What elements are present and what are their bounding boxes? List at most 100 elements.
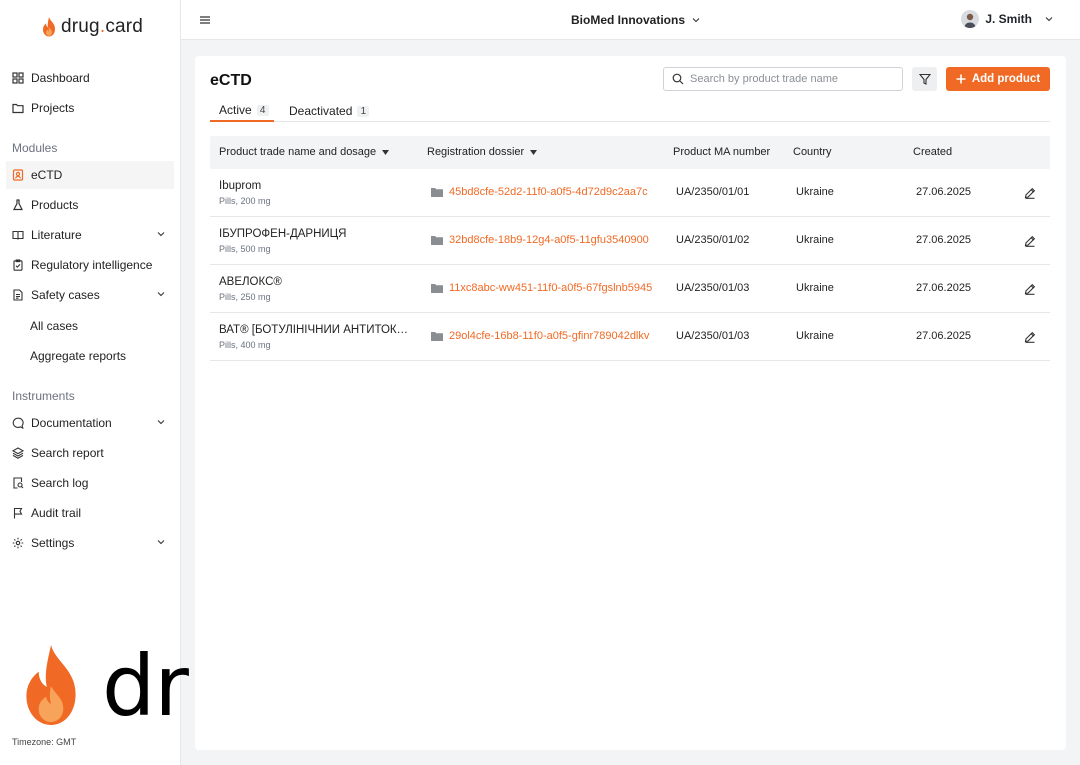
sidebar-item-label: Audit trail	[31, 506, 82, 520]
column-header-product[interactable]: Product trade name and dosage	[219, 146, 390, 158]
page-title: eCTD	[210, 72, 252, 89]
brand-wordmark: drug.card	[61, 16, 144, 37]
gear-icon	[12, 537, 24, 549]
document-icon	[12, 289, 24, 301]
column-header-label: Product trade name and dosage	[219, 146, 377, 158]
flame-icon	[43, 17, 55, 37]
filter-button[interactable]	[912, 67, 937, 91]
organization-switcher[interactable]: BioMed Innovations	[571, 13, 701, 27]
sidebar-item-label: Safety cases	[31, 288, 100, 302]
sidebar-item-dashboard[interactable]: Dashboard	[12, 64, 174, 92]
ma-number: UA/2350/01/03	[676, 330, 750, 342]
user-name: J. Smith	[985, 12, 1032, 26]
dossier-link[interactable]: 11xc8abc-ww451-11f0-a0f5-67fgslnb5945	[431, 282, 652, 294]
grid-icon	[12, 72, 24, 84]
flame-icon	[26, 645, 76, 725]
edit-icon[interactable]	[1023, 330, 1037, 344]
sidebar-item-label: Settings	[31, 536, 75, 550]
dossier-link[interactable]: 45bd8cfe-52d2-11f0-a0f5-4d72d9c2aa7c	[431, 186, 648, 198]
folder-icon	[431, 284, 443, 293]
dossier-link[interactable]: 32bd8cfe-18b9-12g4-a0f5-11gfu3540900	[431, 234, 649, 246]
sidebar-item-safety-cases[interactable]: Safety cases	[12, 281, 174, 309]
sort-down-icon	[382, 149, 390, 155]
tab-label: Active	[219, 103, 252, 117]
sidebar-item-label: Documentation	[31, 416, 112, 430]
created-date: 27.06.2025	[916, 234, 972, 246]
edit-icon[interactable]	[1023, 186, 1037, 200]
folder-icon	[431, 188, 443, 197]
sidebar-item-audit-trail[interactable]: Audit trail	[12, 499, 174, 527]
table-row[interactable]: ІБУПРОФЕН-ДАРНИЦЯ Pills, 500 mg 32bd8cfe-1…	[210, 217, 1050, 265]
chevron-down-icon	[157, 540, 165, 545]
column-header-label: Registration dossier	[427, 146, 525, 158]
ectd-icon	[12, 169, 24, 181]
table-row[interactable]: Ibuprom Pills, 200 mg 45bd8cfe-52d2-11f0-a…	[210, 169, 1050, 217]
edit-icon[interactable]	[1023, 282, 1037, 296]
search-input[interactable]	[690, 73, 890, 85]
brand-logo[interactable]: drug.card	[41, 16, 143, 38]
column-header-country: Country	[793, 146, 832, 158]
avatar	[961, 10, 980, 28]
chevron-down-icon	[157, 292, 165, 297]
edit-icon[interactable]	[1023, 234, 1037, 248]
book-icon	[12, 229, 24, 241]
dossier-id: 32bd8cfe-18b9-12g4-a0f5-11gfu3540900	[449, 234, 649, 246]
sidebar-item-label: Search log	[31, 476, 89, 490]
flask-icon	[12, 199, 24, 211]
timezone-label: Timezone: GMT	[12, 737, 77, 747]
table-row[interactable]: АВЕЛОКС® Pills, 250 mg 11xc8abc-ww451-11f0…	[210, 265, 1050, 313]
sidebar-item-documentation[interactable]: Documentation	[12, 409, 174, 437]
flag-icon	[12, 507, 24, 519]
dossier-id: 29ol4cfe-16b8-11f0-a0f5-gfinr789042dlkv	[449, 330, 650, 342]
column-header-ma-number: Product MA number	[673, 146, 771, 158]
folder-icon	[431, 236, 443, 245]
chevron-down-icon	[1045, 17, 1053, 22]
plus-icon	[956, 74, 966, 84]
column-header-dossier[interactable]: Registration dossier	[427, 146, 538, 158]
sidebar-item-search-report[interactable]: Search report	[12, 439, 174, 467]
tab-deactivated[interactable]: Deactivated 1	[289, 100, 370, 122]
search-box[interactable]	[663, 67, 903, 91]
menu-icon[interactable]	[198, 13, 212, 27]
chevron-down-icon	[157, 420, 165, 425]
sidebar-item-label: Projects	[31, 101, 75, 115]
clipboard-check-icon	[12, 259, 24, 271]
sidebar-item-label: Search report	[31, 446, 104, 460]
instruments-section-label: Instruments	[12, 389, 75, 403]
product-dosage: Pills, 500 mg	[219, 244, 271, 254]
sidebar-subitem-aggregate-reports[interactable]: Aggregate reports	[30, 349, 126, 363]
created-date: 27.06.2025	[916, 330, 972, 342]
dossier-link[interactable]: 29ol4cfe-16b8-11f0-a0f5-gfinr789042dlkv	[431, 330, 649, 342]
product-name[interactable]: АВЕЛОКС®	[219, 276, 414, 288]
sidebar-item-label: Products	[31, 198, 79, 212]
table-row[interactable]: ВАТ® [БОТУЛІНІЧНИЙ АНТИТОКСИН Г… Pills, 4…	[210, 313, 1050, 361]
product-name[interactable]: Ibuprom	[219, 180, 414, 192]
tab-count: 1	[357, 105, 370, 117]
sort-down-icon	[530, 149, 538, 155]
dossier-id: 45bd8cfe-52d2-11f0-a0f5-4d72d9c2aa7c	[449, 186, 648, 198]
tab-label: Deactivated	[289, 104, 353, 118]
tab-active[interactable]: Active 4	[210, 100, 274, 122]
sidebar-item-label: Dashboard	[31, 71, 90, 85]
sidebar-item-settings[interactable]: Settings	[12, 529, 174, 557]
sidebar-item-literature[interactable]: Literature	[12, 221, 174, 249]
organization-name: BioMed Innovations	[571, 13, 685, 27]
ma-number: UA/2350/01/01	[676, 186, 750, 198]
product-name[interactable]: ІБУПРОФЕН-ДАРНИЦЯ	[219, 228, 414, 240]
dossier-id: 11xc8abc-ww451-11f0-a0f5-67fgslnb5945	[449, 282, 653, 294]
sidebar-item-ectd[interactable]: eCTD	[6, 161, 174, 189]
chevron-down-icon	[157, 232, 165, 237]
add-product-button[interactable]: Add product	[946, 67, 1050, 91]
created-date: 27.06.2025	[916, 186, 972, 198]
user-menu[interactable]: J. Smith	[961, 10, 1054, 28]
sidebar-item-products[interactable]: Products	[12, 191, 174, 219]
sidebar-item-search-log[interactable]: Search log	[12, 469, 174, 497]
product-name[interactable]: ВАТ® [БОТУЛІНІЧНИЙ АНТИТОКСИН Г…	[219, 324, 414, 336]
country: Ukraine	[796, 330, 834, 342]
add-product-label: Add product	[971, 73, 1041, 85]
folder-icon	[12, 102, 24, 114]
sidebar-subitem-all-cases[interactable]: All cases	[30, 319, 78, 333]
sidebar-item-label: Regulatory intelligence	[31, 258, 153, 272]
sidebar-item-regulatory-intelligence[interactable]: Regulatory intelligence	[12, 251, 174, 279]
sidebar-item-projects[interactable]: Projects	[12, 94, 174, 122]
